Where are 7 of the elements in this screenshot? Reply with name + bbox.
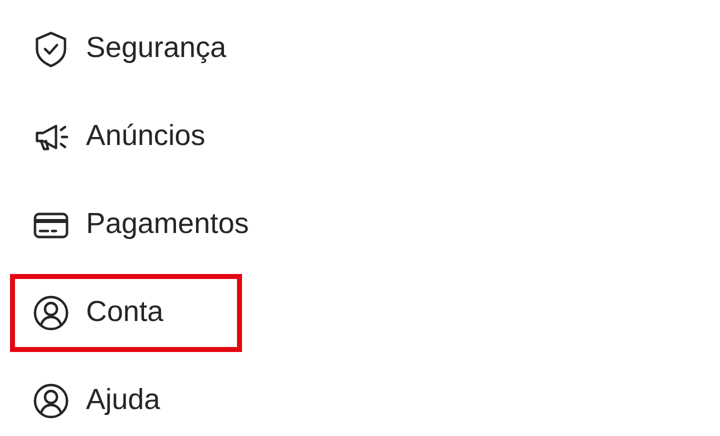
menu-item[interactable]: Anúncios (10, 98, 242, 176)
menu-item[interactable]: Pagamentos (10, 186, 266, 264)
user-circle-icon (32, 382, 70, 420)
menu-item[interactable]: Segurança (10, 10, 244, 88)
user-circle-icon (32, 294, 70, 332)
menu-item[interactable]: Conta (10, 274, 242, 352)
menu-item[interactable]: Ajuda (10, 362, 242, 436)
